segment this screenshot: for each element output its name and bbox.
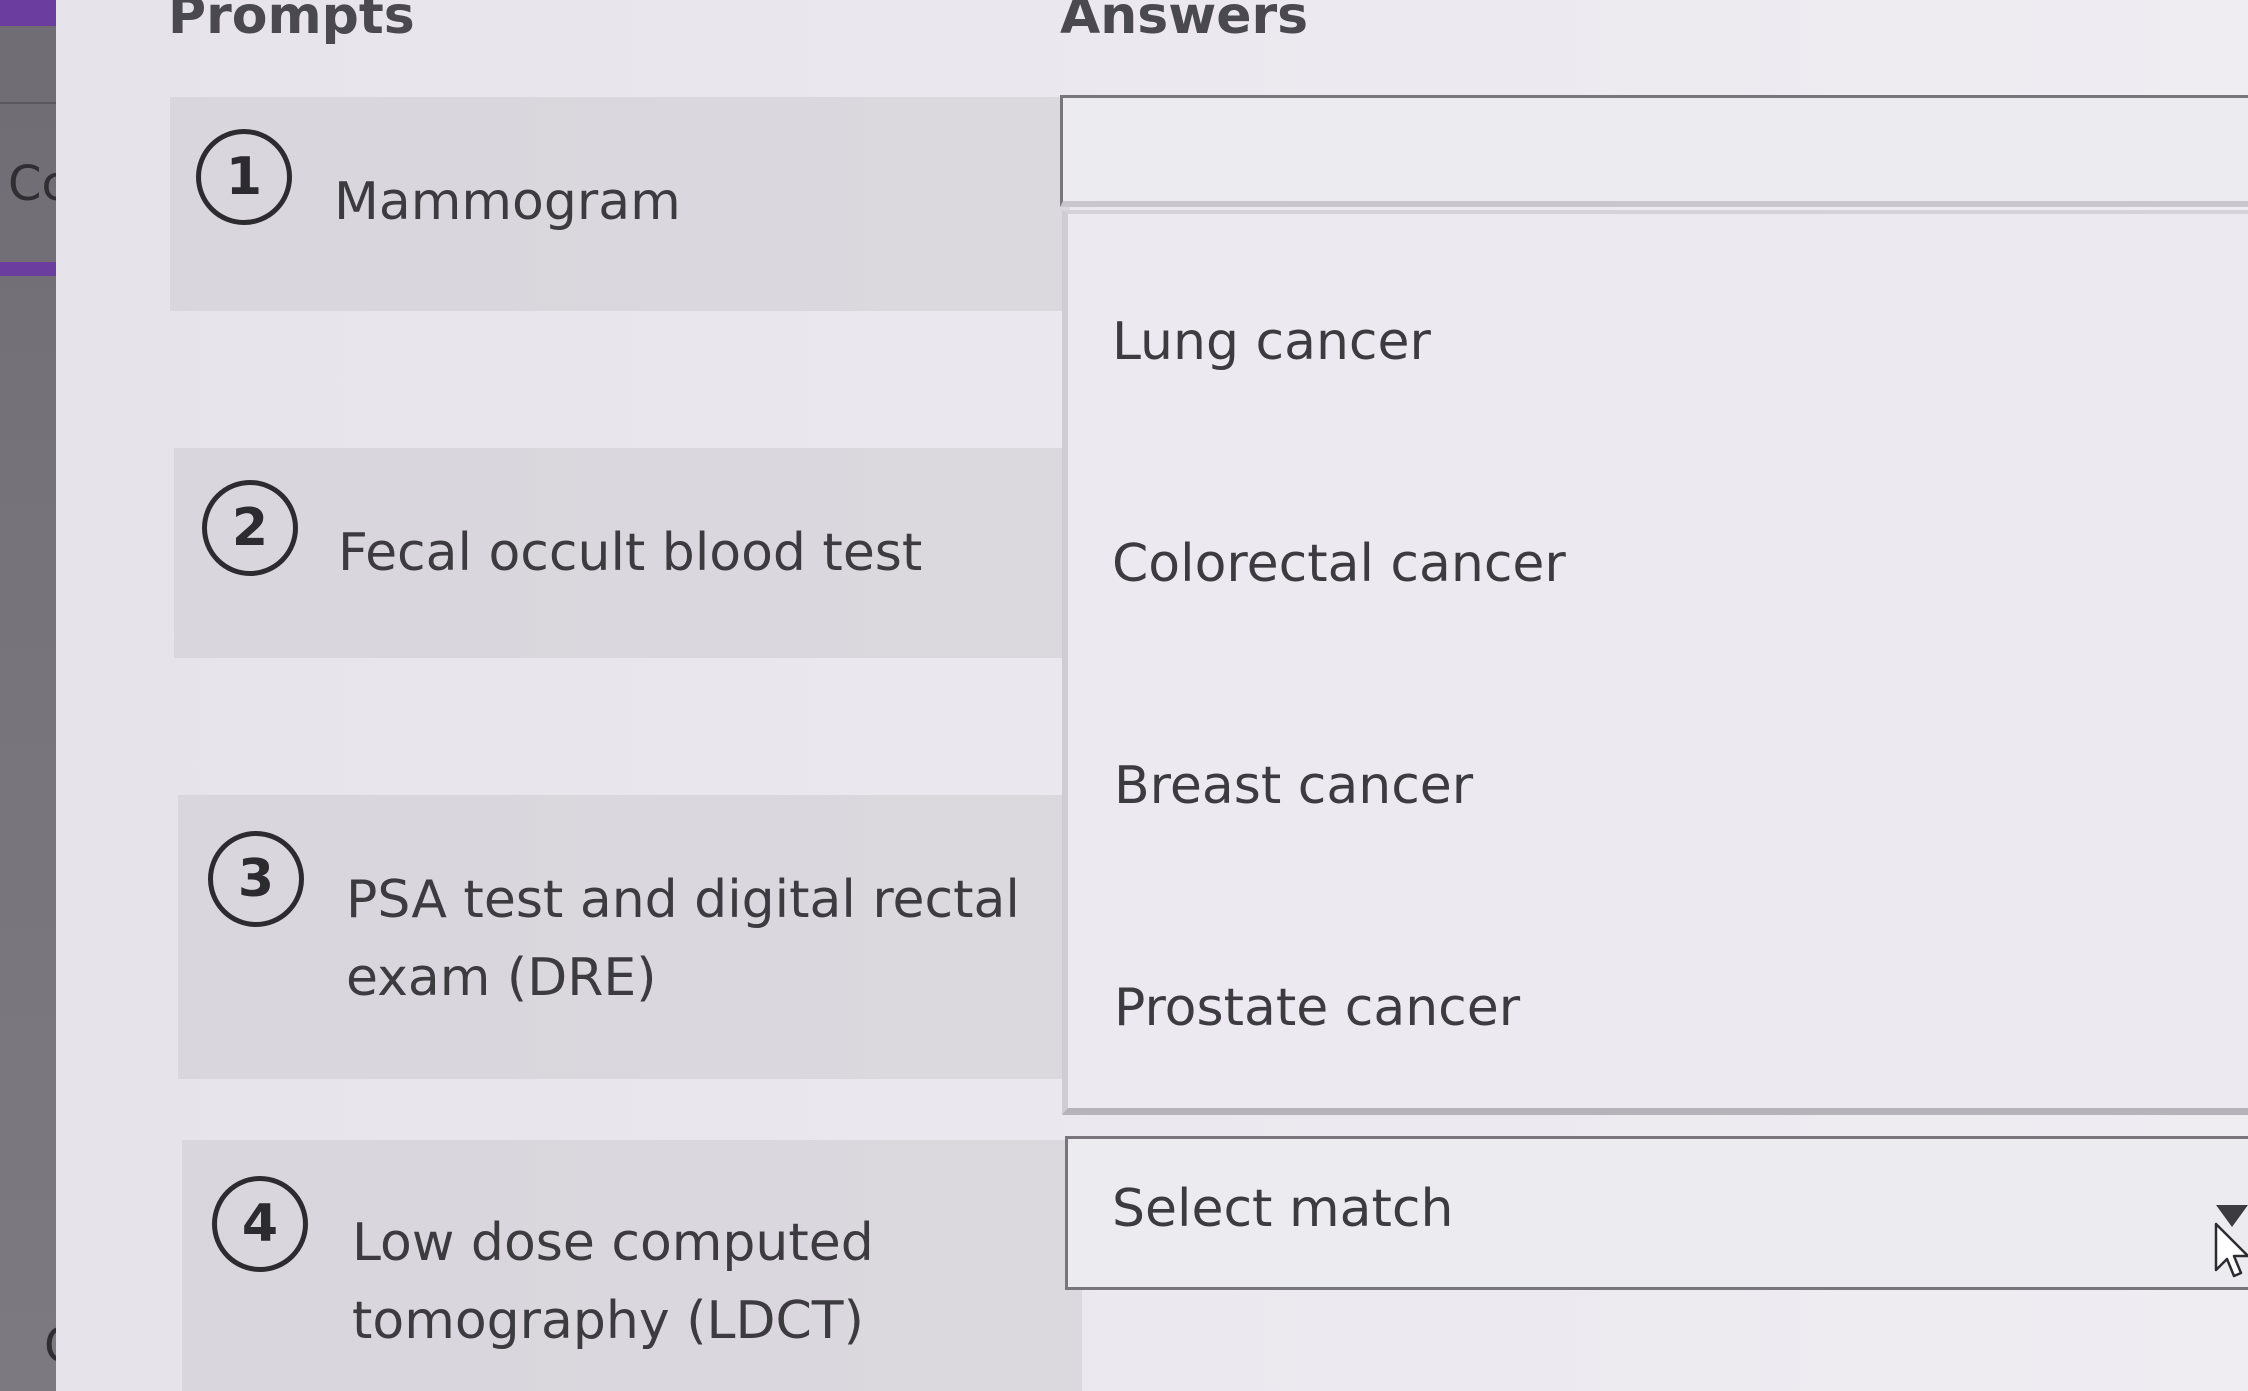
sidebar-accent <box>0 262 60 276</box>
answer-select-1[interactable] <box>1060 95 2248 207</box>
mouse-pointer-icon <box>2214 1222 2248 1278</box>
answer-dropdown-list: Lung cancer Colorectal cancer Breast can… <box>1062 210 2248 1115</box>
prompt-text-3: PSA test and digital rectal exam (DRE) <box>346 870 1020 1008</box>
answer-option-colorectal-cancer[interactable]: Colorectal cancer <box>1112 534 1566 594</box>
answers-header: Answers <box>1060 0 1309 46</box>
prompt-number-3: 3 <box>208 831 304 927</box>
answer-select-4[interactable]: Select match <box>1065 1136 2248 1290</box>
prompt-card-4: 4 Low dose computed tomography (LDCT) <box>182 1140 1082 1391</box>
sidebar-divider <box>0 102 60 104</box>
select-placeholder: Select match <box>1112 1179 1454 1239</box>
prompt-number-4: 4 <box>212 1176 308 1272</box>
prompt-card-1: 1 Mammogram <box>170 97 1070 311</box>
prompt-number-1: 1 <box>196 129 292 225</box>
answer-option-breast-cancer[interactable]: Breast cancer <box>1114 756 1473 816</box>
prompt-text-1: Mammogram <box>334 172 681 232</box>
prompt-number-2: 2 <box>202 480 298 576</box>
prompt-card-2: 2 Fecal occult blood test <box>174 448 1074 658</box>
prompt-text-2: Fecal occult blood test <box>338 523 923 583</box>
answer-option-lung-cancer[interactable]: Lung cancer <box>1112 312 1431 372</box>
prompt-text-4: Low dose computed tomography (LDCT) <box>352 1213 874 1351</box>
sidebar-accent-top <box>0 0 56 26</box>
prompt-card-3: 3 PSA test and digital rectal exam (DRE) <box>178 795 1078 1079</box>
answer-option-prostate-cancer[interactable]: Prostate cancer <box>1114 978 1520 1038</box>
prompts-header: Prompts <box>168 0 415 46</box>
